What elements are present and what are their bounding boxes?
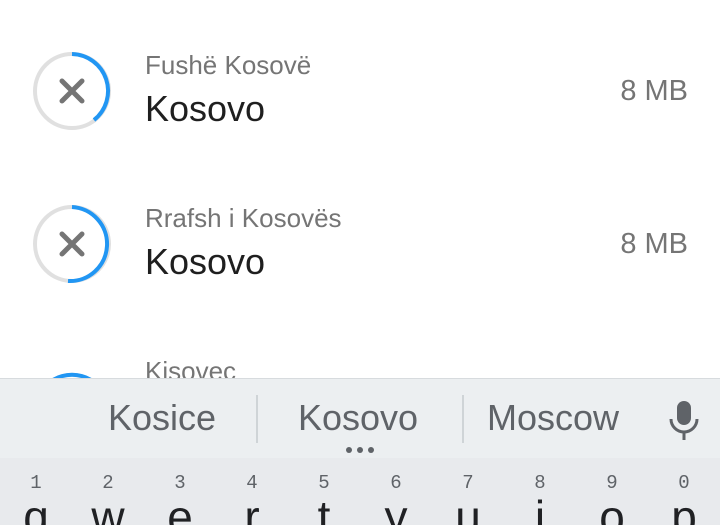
- item-size: 8 MB: [620, 228, 688, 260]
- key-char: w: [91, 491, 125, 525]
- list-item[interactable]: Fushë Kosovë Kosovo 8 MB: [0, 14, 720, 164]
- key-char: i: [534, 491, 546, 525]
- cancel-download-icon[interactable]: [32, 51, 112, 131]
- key-t[interactable]: 5 t: [288, 458, 360, 525]
- more-dots-icon[interactable]: [344, 447, 376, 455]
- key-o[interactable]: 9 o: [576, 458, 648, 525]
- key-char: e: [167, 491, 193, 525]
- suggestion-kosice[interactable]: Kosice: [108, 397, 216, 439]
- key-p[interactable]: 0 p: [648, 458, 720, 525]
- keyboard-suggestion-strip: Kosice Kosovo Moscow: [0, 378, 720, 459]
- list-item[interactable]: Kisovec: [0, 320, 720, 378]
- item-region: Fushë Kosovë: [145, 50, 312, 80]
- key-char: o: [599, 491, 625, 525]
- suggestion-divider: [256, 395, 258, 443]
- cancel-download-icon[interactable]: [32, 204, 112, 284]
- key-u[interactable]: 7 u: [432, 458, 504, 525]
- suggestion-kosovo[interactable]: Kosovo: [298, 397, 418, 439]
- key-r[interactable]: 4 r: [216, 458, 288, 525]
- item-country: Kosovo: [145, 241, 266, 282]
- suggestion-divider: [462, 395, 464, 443]
- key-char: y: [384, 491, 408, 525]
- download-list: Fushë Kosovë Kosovo 8 MB Rrafsh i Kosovë…: [0, 0, 720, 378]
- key-char: p: [671, 491, 697, 525]
- list-item[interactable]: Rrafsh i Kosovës Kosovo 8 MB: [0, 167, 720, 317]
- key-char: t: [317, 491, 331, 525]
- key-char: q: [23, 491, 49, 525]
- key-char: r: [244, 491, 260, 525]
- key-char: u: [455, 491, 481, 525]
- microphone-icon[interactable]: [664, 399, 704, 443]
- key-e[interactable]: 3 e: [144, 458, 216, 525]
- suggestion-moscow[interactable]: Moscow: [487, 397, 619, 439]
- key-w[interactable]: 2 w: [72, 458, 144, 525]
- keyboard: 1 q 2 w 3 e 4 r 5 t 6 y 7 u 8 i 9 o 0 p: [0, 458, 720, 525]
- item-size: 8 MB: [620, 75, 688, 107]
- item-region: Kisovec: [145, 356, 237, 378]
- key-q[interactable]: 1 q: [0, 458, 72, 525]
- key-y[interactable]: 6 y: [360, 458, 432, 525]
- key-i[interactable]: 8 i: [504, 458, 576, 525]
- item-country: Kosovo: [145, 88, 266, 129]
- item-region: Rrafsh i Kosovës: [145, 203, 342, 233]
